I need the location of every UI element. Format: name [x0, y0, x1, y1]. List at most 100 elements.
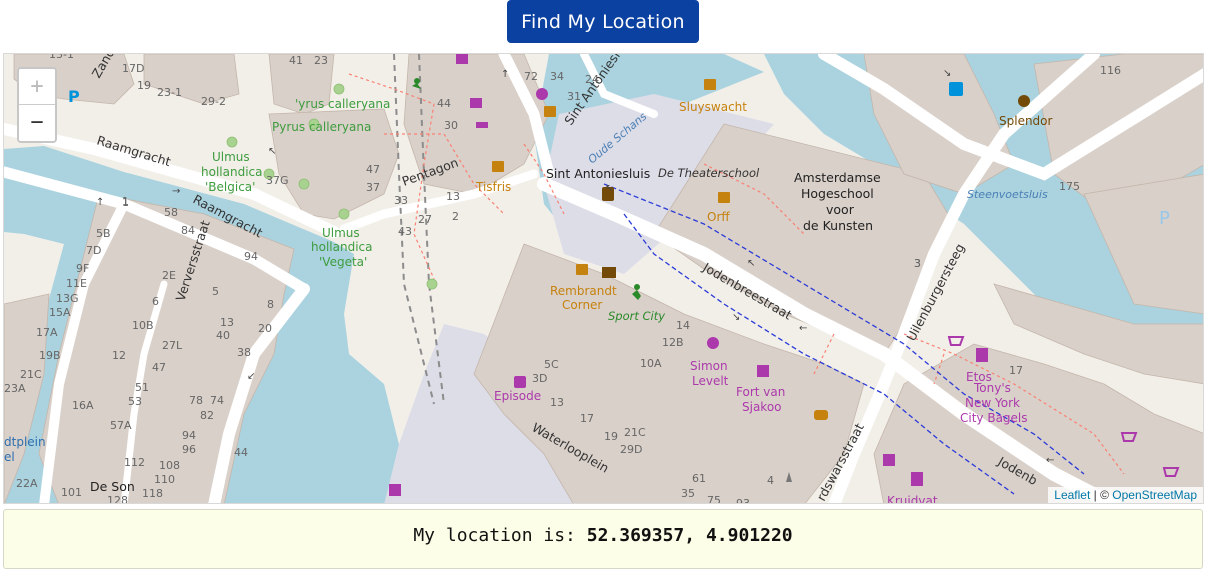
- svg-text:Pyrus calleryana: Pyrus calleryana: [272, 120, 371, 134]
- svg-text:13: 13: [446, 190, 460, 203]
- find-location-button[interactable]: Find My Location: [507, 0, 699, 43]
- svg-text:Corner: Corner: [562, 298, 602, 312]
- svg-text:Steenvoetsluis: Steenvoetsluis: [967, 188, 1048, 201]
- svg-text:Splendor: Splendor: [999, 114, 1053, 128]
- svg-text:33: 33: [394, 194, 408, 207]
- svg-text:10A: 10A: [640, 357, 662, 370]
- svg-text:53: 53: [128, 395, 142, 408]
- svg-text:44: 44: [234, 446, 248, 459]
- svg-text:City Bagels: City Bagels: [960, 411, 1028, 425]
- svg-text:21C: 21C: [20, 368, 42, 381]
- svg-text:1: 1: [122, 196, 129, 209]
- svg-text:13: 13: [550, 396, 564, 409]
- svg-text:2: 2: [452, 210, 459, 223]
- svg-text:16A: 16A: [72, 399, 94, 412]
- svg-text:29D: 29D: [620, 443, 642, 456]
- map[interactable]: Raamgracht Raamgracht Pentagon Sint Anto…: [3, 53, 1204, 504]
- location-output: My location is: 52.369357, 4.901220: [3, 509, 1203, 569]
- leaflet-link[interactable]: Leaflet: [1054, 488, 1090, 502]
- svg-text:27: 27: [418, 213, 432, 226]
- svg-text:←: ←: [799, 323, 807, 334]
- svg-text:51: 51: [135, 381, 149, 394]
- svg-text:↑: ↑: [501, 69, 509, 80]
- attribution-separator: | ©: [1090, 488, 1113, 502]
- svg-text:14: 14: [676, 319, 690, 332]
- svg-text:112: 112: [124, 456, 145, 469]
- svg-text:47: 47: [152, 361, 166, 374]
- zoom-out-button[interactable]: −: [19, 105, 55, 141]
- svg-text:↑: ↑: [96, 197, 104, 208]
- svg-text:74: 74: [210, 394, 224, 407]
- svg-text:13-1: 13-1: [49, 54, 74, 61]
- svg-text:el: el: [4, 450, 15, 464]
- svg-text:De Son: De Son: [90, 479, 135, 494]
- svg-text:7D: 7D: [86, 244, 101, 257]
- svg-text:23-1: 23-1: [157, 86, 182, 99]
- svg-text:Ulmus: Ulmus: [212, 150, 250, 164]
- svg-text:↖: ↖: [605, 183, 613, 194]
- svg-text:17D: 17D: [122, 62, 144, 75]
- svg-text:'Vegeta': 'Vegeta': [319, 255, 367, 269]
- svg-text:29-2: 29-2: [201, 95, 226, 108]
- svg-text:17: 17: [1009, 364, 1023, 377]
- svg-text:94: 94: [244, 250, 258, 263]
- svg-text:116: 116: [1100, 64, 1121, 77]
- svg-text:44: 44: [437, 97, 451, 110]
- poi-label-theaterschool: De Theaterschool: [658, 166, 760, 180]
- svg-text:New York: New York: [965, 396, 1020, 410]
- svg-text:13G: 13G: [56, 292, 79, 305]
- map-tiles[interactable]: Raamgracht Raamgracht Pentagon Sint Anto…: [4, 54, 1204, 504]
- svg-text:10B: 10B: [132, 319, 154, 332]
- svg-text:hollandica: hollandica: [201, 165, 262, 179]
- svg-text:35: 35: [681, 487, 695, 500]
- svg-text:175: 175: [1059, 180, 1080, 193]
- svg-text:75: 75: [707, 494, 721, 504]
- openstreetmap-link[interactable]: OpenStreetMap: [1112, 488, 1197, 502]
- svg-text:37: 37: [366, 181, 380, 194]
- svg-text:24: 24: [585, 73, 599, 86]
- svg-text:15A: 15A: [49, 306, 71, 319]
- svg-text:47: 47: [366, 163, 380, 176]
- svg-text:Sluyswacht: Sluyswacht: [679, 100, 747, 114]
- svg-text:hollandica: hollandica: [311, 240, 372, 254]
- svg-text:108: 108: [159, 459, 180, 472]
- svg-text:93: 93: [736, 497, 750, 504]
- svg-text:110: 110: [154, 473, 175, 486]
- location-coordinates: 52.369357, 4.901220: [586, 525, 793, 546]
- svg-text:2E: 2E: [162, 269, 176, 282]
- svg-text:Tisfris: Tisfris: [475, 180, 511, 194]
- svg-text:23A: 23A: [4, 382, 26, 395]
- svg-text:38: 38: [237, 346, 251, 359]
- svg-text:84: 84: [181, 224, 195, 237]
- svg-text:Sport City: Sport City: [608, 309, 665, 323]
- svg-text:19B: 19B: [39, 349, 61, 362]
- zoom-control: + −: [17, 67, 57, 143]
- svg-text:58: 58: [164, 206, 178, 219]
- svg-text:↙: ↙: [247, 371, 255, 382]
- svg-text:30: 30: [444, 119, 458, 132]
- svg-text:Orff: Orff: [707, 210, 730, 224]
- svg-text:De Theaterschool: De Theaterschool: [658, 166, 760, 180]
- fuel-icon: [949, 82, 963, 96]
- svg-text:↘: ↘: [943, 68, 951, 79]
- svg-text:5C: 5C: [544, 358, 559, 371]
- svg-text:17: 17: [580, 412, 594, 425]
- svg-text:11E: 11E: [66, 277, 87, 290]
- svg-text:P: P: [68, 87, 80, 106]
- svg-text:40: 40: [216, 329, 230, 342]
- svg-text:↖: ↖: [747, 258, 755, 269]
- zoom-in-button[interactable]: +: [19, 69, 55, 105]
- svg-text:Episode: Episode: [494, 389, 541, 403]
- svg-text:P: P: [1159, 208, 1170, 229]
- svg-text:'yrus calleryana: 'yrus calleryana: [295, 97, 390, 111]
- svg-text:19: 19: [137, 79, 151, 92]
- svg-text:13: 13: [220, 316, 234, 329]
- svg-text:34: 34: [550, 70, 564, 83]
- svg-text:41: 41: [289, 54, 303, 67]
- svg-text:78: 78: [189, 394, 203, 407]
- svg-text:3: 3: [914, 257, 921, 270]
- svg-text:31: 31: [567, 90, 581, 103]
- svg-text:→: →: [172, 186, 180, 197]
- svg-text:9F: 9F: [76, 262, 89, 275]
- svg-text:57A: 57A: [110, 419, 132, 432]
